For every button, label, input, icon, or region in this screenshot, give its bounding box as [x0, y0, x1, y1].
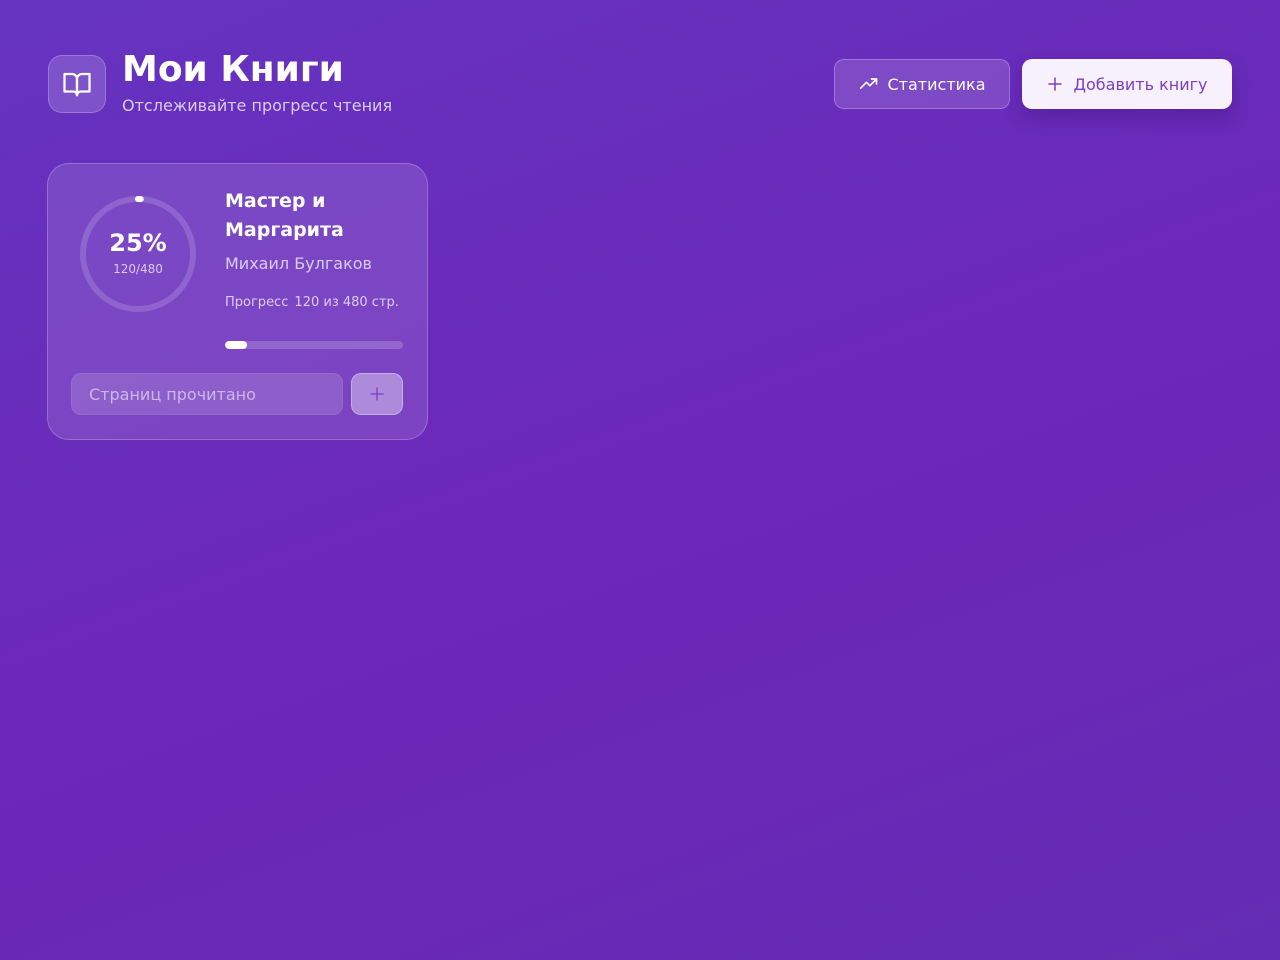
statistics-button[interactable]: Статистика — [834, 59, 1010, 109]
app-logo — [48, 55, 106, 113]
add-book-button-label: Добавить книгу — [1073, 74, 1208, 94]
page-title: Мои Книги — [122, 49, 344, 90]
progress-info: Прогресс 120 из 480 стр. — [225, 293, 405, 313]
statistics-button-label: Статистика — [887, 74, 986, 94]
trending-up-icon — [859, 78, 877, 89]
progress-pages: 120/480 — [113, 262, 163, 276]
pages-read-input[interactable] — [71, 373, 343, 415]
progress-label: Прогресс — [225, 295, 289, 310]
progress-percent: 25% — [109, 229, 167, 257]
book-card: 25% 120/480 Мастер и Маргарита Михаил Бу… — [47, 163, 428, 440]
plus-icon — [370, 387, 384, 401]
add-book-button[interactable]: Добавить книгу — [1022, 59, 1232, 109]
plus-icon — [1048, 77, 1063, 91]
progress-bar-fill — [225, 341, 248, 349]
progress-value: 120 из 480 стр. — [294, 295, 399, 310]
open-book-icon — [63, 72, 91, 97]
book-title: Мастер и Маргарита — [225, 190, 344, 241]
progress-bar — [225, 341, 403, 349]
book-author: Михаил Булгаков — [225, 254, 372, 273]
add-pages-button[interactable] — [351, 373, 403, 415]
page-subtitle: Отслеживайте прогресс чтения — [122, 96, 393, 115]
